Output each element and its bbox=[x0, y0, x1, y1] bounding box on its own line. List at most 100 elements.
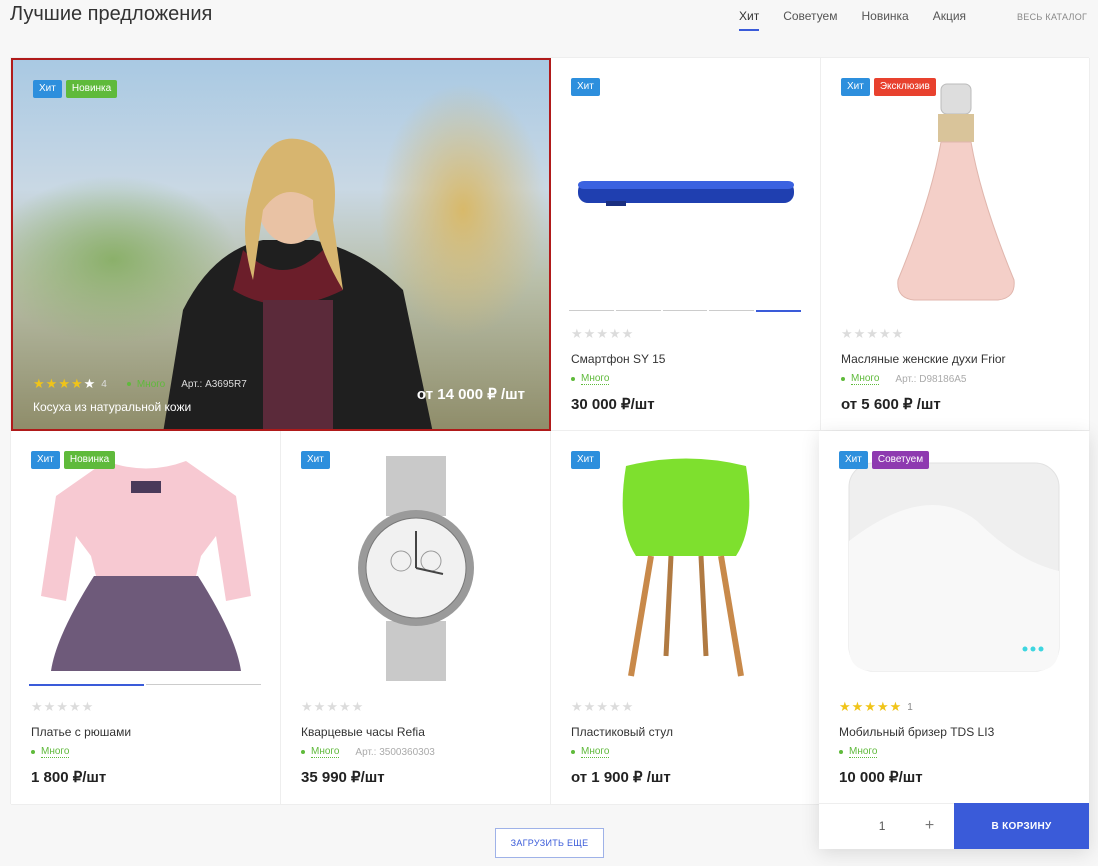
rating-stars: ★ ★ ★ ★ ★ bbox=[841, 326, 1006, 342]
rating-stars: ★ ★ ★ ★ ★ bbox=[839, 699, 901, 715]
product-price: 30 000 ₽/шт bbox=[571, 396, 655, 413]
star-icon: ★ bbox=[596, 699, 608, 714]
star-icon: ★ bbox=[853, 326, 866, 341]
product-image-dress bbox=[36, 456, 256, 681]
badge-hit: Хит bbox=[839, 451, 868, 469]
stock-dot-icon bbox=[841, 377, 845, 381]
star-icon: ★ bbox=[56, 699, 68, 714]
star-icon: ★ bbox=[351, 699, 364, 714]
badges: Хит bbox=[301, 451, 330, 469]
badge-hit: Хит bbox=[841, 78, 870, 96]
product-name[interactable]: Платье с рюшами bbox=[31, 725, 131, 739]
stock-status: Много bbox=[581, 746, 610, 758]
tab-hit[interactable]: Хит bbox=[739, 9, 760, 31]
badge-hit: Хит bbox=[571, 451, 600, 469]
article-number: Арт.: А3695R7 bbox=[181, 378, 247, 390]
star-icon: ★ bbox=[889, 699, 902, 714]
tab-sale[interactable]: Акция bbox=[933, 9, 966, 31]
page: Лучшие предложения Хит Советуем Новинка … bbox=[0, 0, 1098, 866]
product-info: ★ ★ ★ ★ ★ Кварцевые часы Refia Много Арт.: 35… bbox=[301, 699, 435, 786]
article-number: Арт.: D98186A5 bbox=[895, 373, 967, 385]
product-price: 1 800 ₽/шт bbox=[31, 769, 107, 786]
stock-status: Много bbox=[581, 373, 610, 385]
product-name[interactable]: Косуха из натуральной кожи bbox=[33, 400, 247, 414]
product-card-breezer[interactable]: Хит Советуем ★ ★ ★ ★ ★ 1 Мобильный бризер TD… bbox=[819, 431, 1089, 849]
star-icon: ★ bbox=[621, 699, 634, 714]
image-slider[interactable] bbox=[29, 684, 261, 686]
product-image-jacket bbox=[13, 60, 549, 429]
star-icon: ★ bbox=[864, 699, 876, 714]
product-info: ★ ★ ★ ★ ★ Смартфон SY 15 Много 30 000 ₽/шт bbox=[571, 326, 665, 413]
review-count: 1 bbox=[907, 701, 913, 713]
badge-hit: Хит bbox=[571, 78, 600, 96]
plus-icon[interactable]: + bbox=[925, 817, 934, 835]
product-name[interactable]: Масляные женские духи Frior bbox=[841, 352, 1006, 366]
star-icon: ★ bbox=[851, 699, 864, 714]
star-icon: ★ bbox=[31, 699, 43, 714]
product-name[interactable]: Мобильный бризер TDS LI3 bbox=[839, 725, 994, 739]
add-to-cart-button[interactable]: В КОРЗИНУ bbox=[954, 803, 1089, 849]
product-name[interactable]: Пластиковый стул bbox=[571, 725, 673, 739]
product-info: ★ ★ ★ ★ ★ Платье с рюшами Много 1 800 ₽/шт bbox=[31, 699, 131, 786]
star-icon: ★ bbox=[608, 699, 621, 714]
tab-recommend[interactable]: Советуем bbox=[783, 9, 837, 31]
star-icon: ★ bbox=[596, 326, 608, 341]
product-info: ★ ★ ★ ★ ★ 1 Мобильный бризер TDS LI3 Много 1… bbox=[839, 699, 994, 786]
stock-dot-icon bbox=[571, 377, 575, 381]
star-icon: ★ bbox=[81, 699, 94, 714]
star-icon: ★ bbox=[68, 699, 81, 714]
product-card-perfume[interactable]: Хит Эксклюзив ★ ★ ★ ★ ★ Масляные женские дух… bbox=[821, 58, 1090, 431]
quantity-value[interactable]: 1 bbox=[879, 819, 886, 833]
tab-new[interactable]: Новинка bbox=[861, 9, 908, 31]
product-image-perfume bbox=[886, 80, 1026, 305]
product-info: ★ ★ ★ ★ ★ Масляные женские духи Frior Много А… bbox=[841, 326, 1006, 413]
star-icon: ★ bbox=[841, 326, 853, 341]
rating-stars: ★ ★ ★ ★ ★ bbox=[33, 376, 95, 392]
badge-new: Новинка bbox=[63, 451, 116, 469]
star-icon: ★ bbox=[326, 699, 338, 714]
rating-stars: ★ ★ ★ ★ ★ bbox=[31, 699, 131, 715]
star-icon: ★ bbox=[301, 699, 313, 714]
badges: Хит Новинка bbox=[33, 80, 118, 98]
product-card-watch[interactable]: Хит ★ ★ ★ ★ ★ Кварцевые часы Refia Много Арт.… bbox=[281, 431, 551, 805]
star-icon: ★ bbox=[83, 376, 96, 391]
badge-new: Новинка bbox=[65, 80, 118, 98]
star-icon: ★ bbox=[878, 326, 891, 341]
star-icon: ★ bbox=[338, 699, 351, 714]
load-more-button[interactable]: ЗАГРУЗИТЬ ЕЩЕ bbox=[495, 828, 604, 858]
star-icon: ★ bbox=[43, 699, 56, 714]
quantity-stepper[interactable]: 1 + bbox=[819, 803, 954, 849]
product-name[interactable]: Смартфон SY 15 bbox=[571, 352, 665, 366]
product-card-dress[interactable]: Хит Новинка ★ ★ ★ ★ ★ Платье с рюшами Много … bbox=[11, 431, 281, 805]
product-image-watch bbox=[351, 456, 481, 681]
stock-status: Много bbox=[136, 378, 166, 390]
star-icon: ★ bbox=[876, 699, 889, 714]
stock-dot-icon bbox=[571, 750, 575, 754]
star-icon: ★ bbox=[621, 326, 634, 341]
star-icon: ★ bbox=[571, 699, 583, 714]
star-icon: ★ bbox=[33, 376, 45, 391]
badge-hit: Хит bbox=[33, 80, 62, 98]
badges: Хит bbox=[571, 78, 600, 96]
badges: Хит bbox=[571, 451, 600, 469]
stock-status: Много bbox=[849, 746, 878, 758]
product-image-breezer bbox=[847, 461, 1061, 673]
badge-hit: Хит bbox=[301, 451, 330, 469]
product-card-phone[interactable]: Хит ★ ★ ★ ★ ★ Смартфон SY 15 Много 30 000 ₽/… bbox=[551, 58, 821, 431]
product-name[interactable]: Кварцевые часы Refia bbox=[301, 725, 435, 739]
rating-stars: ★ ★ ★ ★ ★ bbox=[571, 699, 673, 715]
product-price: от 1 900 ₽ /шт bbox=[571, 769, 671, 786]
page-title: Лучшие предложения bbox=[10, 3, 213, 25]
badge-exclusive: Эксклюзив bbox=[873, 78, 936, 96]
product-price: от 14 000 ₽ /шт bbox=[416, 386, 525, 403]
all-catalog-link[interactable]: ВЕСЬ КАТАЛОГ bbox=[1017, 12, 1087, 22]
star-icon: ★ bbox=[891, 326, 904, 341]
product-card-jacket[interactable]: Хит Новинка ★ ★ ★ ★ ★ 4 Много Арт.: А3695R7 … bbox=[11, 58, 551, 431]
stock-status: Много bbox=[851, 373, 880, 385]
product-card-chair[interactable]: Хит ★ ★ ★ ★ ★ Пластиковый стул Много от 1 90… bbox=[551, 431, 821, 805]
image-slider[interactable] bbox=[569, 310, 801, 312]
star-icon: ★ bbox=[45, 376, 58, 391]
product-price: 35 990 ₽/шт bbox=[301, 769, 385, 786]
star-icon: ★ bbox=[583, 699, 596, 714]
filter-tabs: Хит Советуем Новинка Акция bbox=[739, 9, 966, 31]
